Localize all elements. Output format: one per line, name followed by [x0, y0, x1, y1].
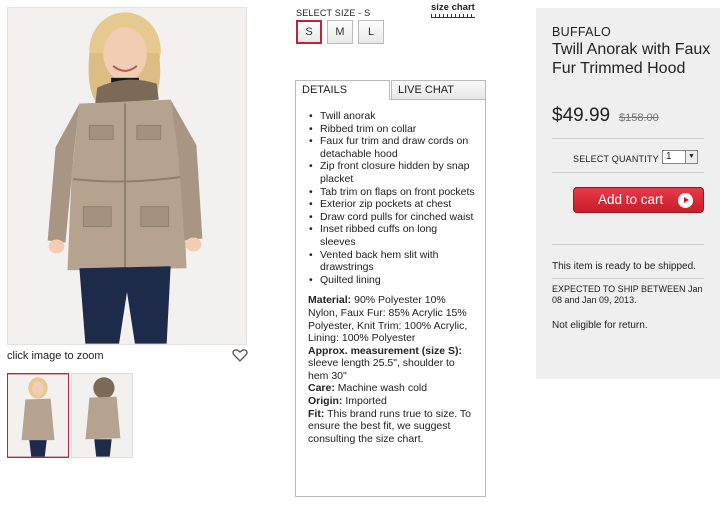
brand-name: BUFFALO	[552, 25, 612, 39]
list-item: Quilted lining	[308, 274, 475, 287]
list-item: Inset ribbed cuffs on long sleeves	[308, 223, 475, 248]
specs-block: Material: 90% Polyester 10% Nylon, Faux …	[308, 294, 475, 445]
thumbnail-front[interactable]	[7, 373, 69, 458]
size-option-m[interactable]: M	[327, 20, 353, 44]
chevron-down-icon: ▼	[685, 151, 697, 163]
list-item: Zip front closure hidden by snap placket	[308, 160, 475, 185]
main-product-image[interactable]	[7, 7, 247, 345]
list-item: Tab trim on flaps on front pockets	[308, 186, 475, 199]
list-item: Ribbed trim on collar	[308, 123, 475, 136]
return-note: Not eligible for return.	[552, 320, 648, 331]
list-item: Draw cord pulls for cinched waist	[308, 211, 475, 224]
quantity-select[interactable]: 1 ▼	[662, 150, 698, 164]
origin-value: Imported	[345, 395, 387, 408]
divider	[552, 244, 704, 245]
measurement-label: Approx. measurement (size S):	[308, 344, 463, 357]
ship-status: This item is ready to be shipped.	[552, 261, 696, 272]
list-item: Twill anorak	[308, 110, 475, 123]
tab-details[interactable]: DETAILS	[295, 80, 390, 100]
add-to-cart-label: Add to cart	[598, 192, 664, 207]
list-item: Faux fur trim and draw cords on detachab…	[308, 135, 475, 160]
feature-list: Twill anorak Ribbed trim on collar Faux …	[308, 110, 475, 286]
divider	[552, 138, 704, 139]
fit-value: This brand runs true to size. To ensure …	[308, 407, 472, 445]
sale-price: $49.99	[552, 105, 611, 126]
care-value: Machine wash cold	[337, 382, 428, 395]
material-label: Material:	[308, 294, 352, 307]
thumbnail-back-image	[72, 374, 132, 457]
thumbnail-back[interactable]	[71, 373, 133, 458]
ship-dates: EXPECTED TO SHIP BETWEEN Jan 08 and Jan …	[552, 284, 703, 305]
size-option-l[interactable]: L	[358, 20, 384, 44]
ruler-icon	[431, 14, 475, 18]
tab-live-chat[interactable]: LIVE CHAT	[391, 80, 486, 100]
size-label: SELECT SIZE - S	[296, 8, 371, 18]
size-chart-label: size chart	[431, 2, 475, 13]
original-price: $158.00	[619, 112, 659, 124]
add-to-cart-button[interactable]: Add to cart	[573, 187, 704, 213]
thumbnail-front-image	[8, 374, 68, 457]
arrow-right-icon	[678, 193, 693, 208]
model-photo	[8, 8, 246, 344]
list-item: Exterior zip pockets at chest	[308, 198, 475, 211]
zoom-hint[interactable]: click image to zoom	[7, 350, 104, 362]
measurement-value: sleeve length 25.5", shoulder to hem 30"	[308, 357, 455, 382]
divider	[552, 172, 704, 173]
quantity-label: SELECT QUANTITY	[573, 154, 659, 164]
care-label: Care:	[308, 382, 335, 395]
size-option-s[interactable]: S	[296, 20, 322, 44]
origin-label: Origin:	[308, 395, 343, 408]
heart-icon[interactable]	[232, 348, 248, 362]
quantity-value: 1	[666, 151, 672, 162]
list-item: Vented back hem slit with drawstrings	[308, 249, 475, 274]
fit-label: Fit:	[308, 407, 325, 420]
size-chart-link[interactable]: size chart	[431, 2, 475, 18]
divider	[552, 278, 704, 279]
details-panel: Twill anorak Ribbed trim on collar Faux …	[295, 99, 486, 497]
product-title: Twill Anorak with Faux Fur Trimmed Hood	[552, 41, 711, 77]
